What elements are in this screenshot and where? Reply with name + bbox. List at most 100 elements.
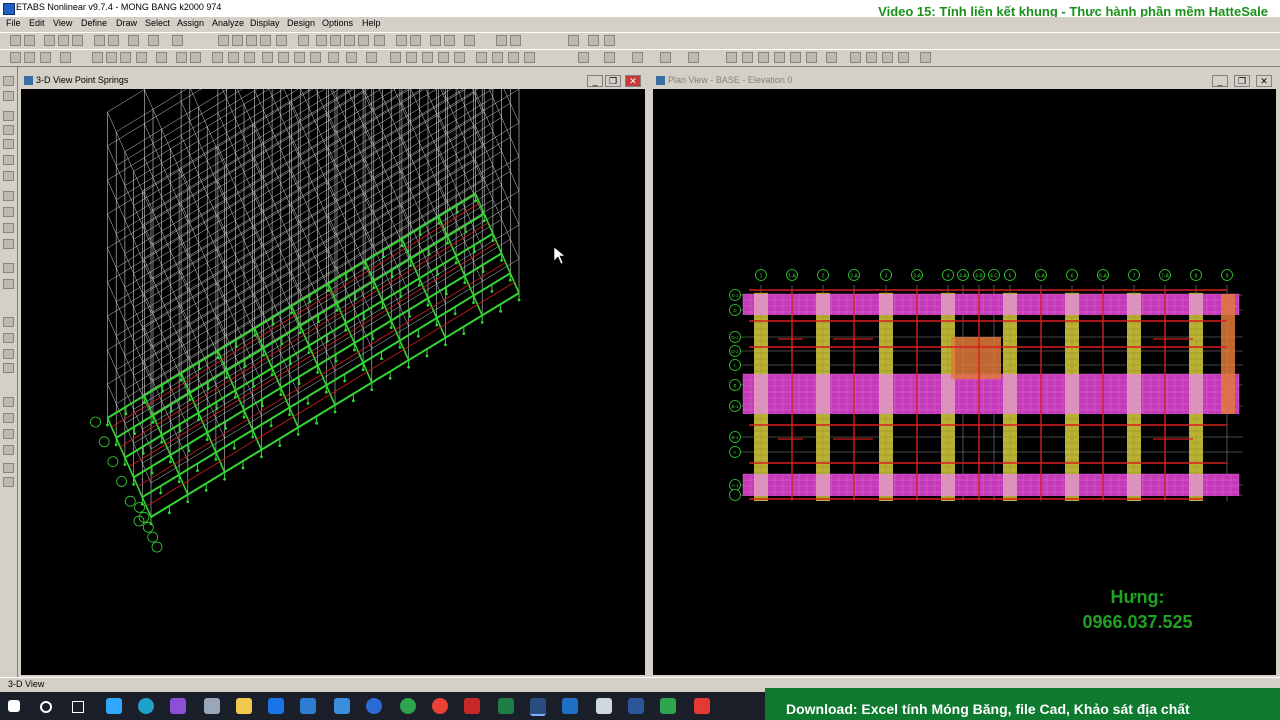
store-icon[interactable] (300, 698, 316, 714)
pan-icon[interactable] (276, 35, 287, 46)
menu-display[interactable]: Display (250, 18, 280, 28)
window-3d-titlebar[interactable]: 3-D View Point Springs _ ❐ ✕ (21, 73, 645, 89)
close-button[interactable]: ✕ (1256, 75, 1272, 87)
snap-lines-icon[interactable] (3, 397, 14, 407)
draw-line-icon[interactable] (3, 125, 14, 135)
elevation-view-icon[interactable] (344, 35, 355, 46)
spring-icon[interactable] (228, 52, 239, 63)
edge-icon[interactable] (138, 698, 154, 714)
menu-help[interactable]: Help (362, 18, 381, 28)
rubber-band-icon[interactable] (496, 35, 507, 46)
zoom-in-icon[interactable] (232, 35, 243, 46)
table-icon[interactable] (588, 35, 599, 46)
dimension-icon[interactable] (578, 52, 589, 63)
menu-draw[interactable]: Draw (116, 18, 137, 28)
release-icon[interactable] (278, 52, 289, 63)
draw-point-icon[interactable] (3, 111, 14, 121)
shear-diagram-icon[interactable] (438, 52, 449, 63)
open-icon[interactable] (24, 35, 35, 46)
restore-button[interactable]: ❐ (605, 75, 621, 87)
menu-select[interactable]: Select (145, 18, 170, 28)
print-preview-icon[interactable] (72, 35, 83, 46)
zoom-out-icon[interactable] (246, 35, 257, 46)
minimize-button[interactable]: _ (587, 75, 603, 87)
zoom-fit-icon[interactable] (260, 35, 271, 46)
tool-a-icon[interactable] (726, 52, 737, 63)
copy-icon[interactable] (106, 52, 117, 63)
shell-icon[interactable] (604, 35, 615, 46)
refresh-view-icon[interactable] (298, 35, 309, 46)
lightning-icon[interactable] (568, 35, 579, 46)
section-icon[interactable] (262, 52, 273, 63)
move-up-icon[interactable] (396, 35, 407, 46)
arrow-icon[interactable] (346, 52, 357, 63)
design-concrete-icon[interactable] (492, 52, 503, 63)
autocad-icon[interactable] (464, 698, 480, 714)
mail-icon[interactable] (268, 698, 284, 714)
draw-brace-icon[interactable] (3, 155, 14, 165)
tool-d-icon[interactable] (774, 52, 785, 63)
restore-button[interactable]: ❐ (1234, 75, 1250, 87)
teamviewer-icon[interactable] (366, 698, 382, 714)
menu-options[interactable]: Options (322, 18, 353, 28)
menu-view[interactable]: View (53, 18, 72, 28)
tool-b-icon[interactable] (742, 52, 753, 63)
tool-e-icon[interactable] (790, 52, 801, 63)
tool-j-icon[interactable] (882, 52, 893, 63)
snap-icon[interactable] (3, 463, 14, 473)
tool-f-icon[interactable] (806, 52, 817, 63)
save-icon[interactable] (44, 35, 55, 46)
zoom-window-icon[interactable] (218, 35, 229, 46)
new-model-icon[interactable] (10, 35, 21, 46)
redo-icon[interactable] (108, 35, 119, 46)
paste-icon[interactable] (120, 52, 131, 63)
draw-dimension-icon[interactable] (3, 279, 14, 289)
tool-c-icon[interactable] (758, 52, 769, 63)
moment-diagram-icon[interactable] (390, 52, 401, 63)
pointer-icon[interactable] (3, 76, 14, 86)
close-button[interactable]: ✕ (625, 75, 641, 87)
draw-column-icon[interactable] (3, 139, 14, 149)
properties-icon[interactable] (190, 52, 201, 63)
snap-fine-grid-icon[interactable] (3, 413, 14, 423)
tool-g-icon[interactable] (826, 52, 837, 63)
etabs-alt-icon[interactable] (562, 698, 578, 714)
minimize-button[interactable]: _ (1212, 75, 1228, 87)
run-analysis-icon[interactable] (172, 35, 183, 46)
cut-icon[interactable] (92, 52, 103, 63)
rotate-view-icon[interactable] (358, 35, 369, 46)
app-icon[interactable] (204, 698, 220, 714)
restraint-icon[interactable] (212, 52, 223, 63)
select-icon[interactable] (510, 35, 521, 46)
model-3d-drawing[interactable] (21, 89, 645, 675)
snap-parallel-icon[interactable] (3, 445, 14, 455)
search-icon[interactable] (40, 701, 52, 713)
load-icon[interactable] (328, 52, 339, 63)
diaphragm-icon[interactable] (244, 52, 255, 63)
menu-analyze[interactable]: Analyze (212, 18, 244, 28)
tool-icon[interactable] (596, 698, 612, 714)
window-3d-view[interactable]: 3-D View Point Springs _ ❐ ✕ (19, 71, 647, 677)
pier-label-icon[interactable] (294, 52, 305, 63)
windows-start-icon[interactable] (8, 700, 20, 712)
snap-intersection-icon[interactable] (3, 349, 14, 359)
align-icon[interactable] (176, 52, 187, 63)
photoshop-icon[interactable] (106, 698, 122, 714)
menu-define[interactable]: Define (81, 18, 107, 28)
design-steel-icon[interactable] (476, 52, 487, 63)
axial-diagram-icon[interactable] (454, 52, 465, 63)
menu-file[interactable]: File (6, 18, 21, 28)
filter-icon[interactable] (632, 52, 643, 63)
snap-perpendicular-icon[interactable] (3, 363, 14, 373)
display-options-icon[interactable] (430, 35, 441, 46)
word-icon[interactable] (628, 698, 644, 714)
spandrel-label-icon[interactable] (310, 52, 321, 63)
canvas-3d[interactable] (21, 89, 645, 675)
menu-assign[interactable]: Assign (177, 18, 204, 28)
deformed-shape-icon[interactable] (406, 52, 417, 63)
window-plan-titlebar[interactable]: Plan View - BASE - Elevation 0 _ ❐ ✕ (653, 73, 1276, 89)
export-icon[interactable] (688, 52, 699, 63)
pencil-icon[interactable] (128, 35, 139, 46)
percent-icon[interactable] (464, 35, 475, 46)
chrome-icon[interactable] (432, 698, 448, 714)
